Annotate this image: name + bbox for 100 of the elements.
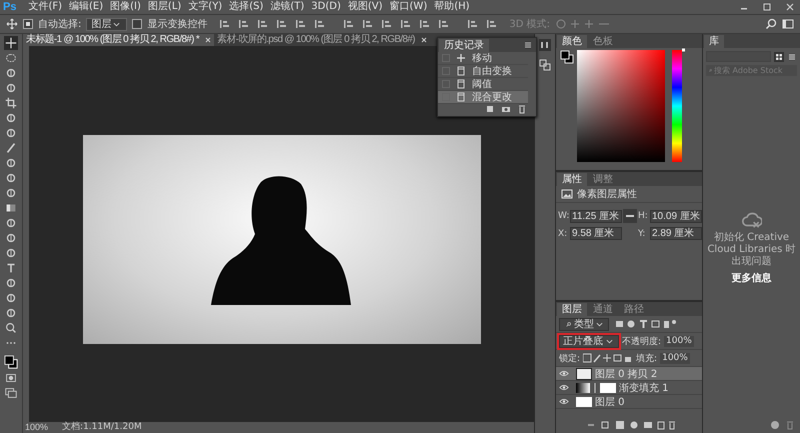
eye-icon[interactable] [559, 384, 569, 391]
layer-row[interactable]: 图层 0 [556, 395, 702, 409]
move-icon[interactable] [6, 18, 18, 30]
caret-icon [596, 322, 603, 326]
menu-item[interactable]: 图层(L) [148, 0, 182, 14]
fill-field[interactable]: 100% [660, 352, 690, 364]
new-document-icon[interactable] [485, 104, 495, 114]
panel-tab[interactable]: 通道 [588, 303, 618, 316]
layer-thumbnail [576, 396, 592, 406]
zoom-tool-icon[interactable] [4, 321, 18, 335]
history-item[interactable]: 混合更改 [438, 91, 528, 104]
marquee-tool-icon[interactable] [4, 51, 18, 65]
show-transform-label: 显示变换控件 [147, 18, 208, 31]
document-icon [456, 66, 466, 76]
list-view-icon[interactable] [787, 52, 797, 62]
input-field[interactable]: 10.09 厘米 [650, 210, 702, 222]
target-dropdown[interactable]: 图层 [86, 18, 128, 30]
zoom-level[interactable]: 100% [25, 422, 48, 433]
input-field[interactable]: 11.25 厘米 [570, 210, 622, 222]
trash-icon[interactable] [517, 104, 527, 114]
caret-icon [113, 22, 120, 26]
menu-item[interactable]: 文件(F) [28, 0, 62, 14]
layer-thumbnail [576, 368, 592, 380]
cloud-error-icon [742, 212, 762, 228]
more-info-link[interactable]: 更多信息 [732, 270, 772, 284]
crop-tool-icon[interactable] [4, 96, 18, 110]
search-icon [565, 322, 572, 326]
panel-menu-icon[interactable] [523, 40, 533, 50]
close-icon[interactable] [205, 37, 212, 43]
layer-thumbnail [576, 382, 590, 392]
field-label: W: [558, 211, 569, 221]
maximize-icon[interactable] [761, 2, 773, 12]
color-field[interactable] [577, 50, 665, 162]
panel-tab[interactable]: 库 [704, 35, 724, 48]
chain-icon [593, 382, 597, 392]
brush-tool-icon[interactable] [4, 141, 18, 155]
hue-slider[interactable] [672, 50, 682, 162]
menu-item[interactable]: 视图(V) [348, 0, 383, 14]
library-actions-icons[interactable] [770, 420, 796, 430]
fill-label: 填充: [636, 352, 658, 364]
panel-tab[interactable]: 属性 [557, 173, 587, 186]
color-swatch-icon[interactable] [4, 355, 18, 370]
menu-item[interactable]: 图像(I) [110, 0, 141, 14]
move-icon [456, 53, 466, 63]
field-label: Y: [638, 228, 646, 238]
field-label: X: [558, 228, 568, 238]
blend-mode-dropdown[interactable]: 正片叠底 [559, 334, 619, 348]
camera-icon[interactable] [501, 104, 511, 114]
menu-item[interactable]: 窗口(W) [390, 0, 428, 14]
auto-select-label: 自动选择: [38, 18, 82, 31]
menu-item[interactable]: 帮助(H) [434, 0, 470, 14]
lock-label: 锁定: [559, 352, 580, 364]
image-icon [561, 188, 573, 200]
search-icon[interactable] [765, 18, 777, 30]
checkbox[interactable] [23, 19, 33, 29]
history-item[interactable]: 移动 [438, 52, 528, 65]
layer-row[interactable]: 图层 0 拷贝 2 [556, 367, 702, 381]
history-item[interactable]: 自由变换 [438, 65, 528, 78]
menu-item[interactable]: 滤镜(T) [270, 0, 304, 14]
panel-tab[interactable]: 颜色 [557, 35, 587, 48]
hue-thumb[interactable] [682, 48, 685, 52]
menu-item[interactable]: 文字(Y) [188, 0, 222, 14]
history-icon[interactable] [538, 38, 552, 52]
field-label: H: [638, 211, 649, 221]
filter-icons[interactable] [616, 319, 676, 329]
panel-tab[interactable]: 历史记录 [439, 39, 489, 52]
quick-mask-icon[interactable] [4, 371, 18, 385]
document-tab[interactable]: 未标题-1 @ 100% (图层 0 拷贝 2, RGB/8#) * [23, 34, 214, 46]
eye-icon[interactable] [559, 370, 569, 377]
panel-tab[interactable]: 色板 [588, 35, 618, 48]
properties-title: 像素图层属性 [577, 188, 637, 201]
opacity-field[interactable]: 100% [664, 336, 694, 346]
library-message: 初始化 Creative Cloud Libraries 时出现问题 [706, 232, 797, 268]
document-icon [456, 92, 466, 102]
color-swatch-icon[interactable] [560, 50, 574, 64]
panel-tab[interactable]: 路径 [619, 303, 649, 316]
actions-icon[interactable] [538, 58, 552, 72]
document-tab[interactable]: 素材-吹屏的.psd @ 100% (图层 0 拷贝 2, RGB/8#) [214, 34, 430, 46]
close-icon[interactable] [420, 37, 427, 43]
eye-icon[interactable] [559, 398, 569, 405]
menu-item[interactable]: 3D(D) [311, 0, 341, 14]
lock-icons[interactable] [583, 353, 634, 363]
workspace-icon[interactable] [782, 18, 794, 30]
input-field[interactable]: 2.89 厘米 [650, 227, 702, 240]
input-field[interactable]: 9.58 厘米 [570, 227, 622, 240]
menu-item[interactable]: 编辑(E) [69, 0, 104, 14]
panel-tab[interactable]: 调整 [588, 173, 618, 186]
close-icon[interactable] [784, 2, 796, 12]
filter-dropdown[interactable]: 类型 [559, 318, 609, 330]
opacity-label: 不透明度: [622, 336, 662, 348]
move-tool-icon[interactable] [4, 36, 18, 50]
layer-actions-icons[interactable] [586, 420, 676, 430]
mask-thumbnail [600, 382, 616, 392]
caret-icon [606, 338, 613, 344]
layer-row[interactable]: 渐变填充 1 [556, 381, 702, 395]
grid-view-icon[interactable] [774, 52, 784, 62]
panel-tab[interactable]: 图层 [557, 303, 587, 316]
checkbox[interactable] [132, 19, 142, 29]
screen-mode-icon[interactable] [4, 386, 18, 400]
menu-item[interactable]: 选择(S) [229, 0, 264, 14]
